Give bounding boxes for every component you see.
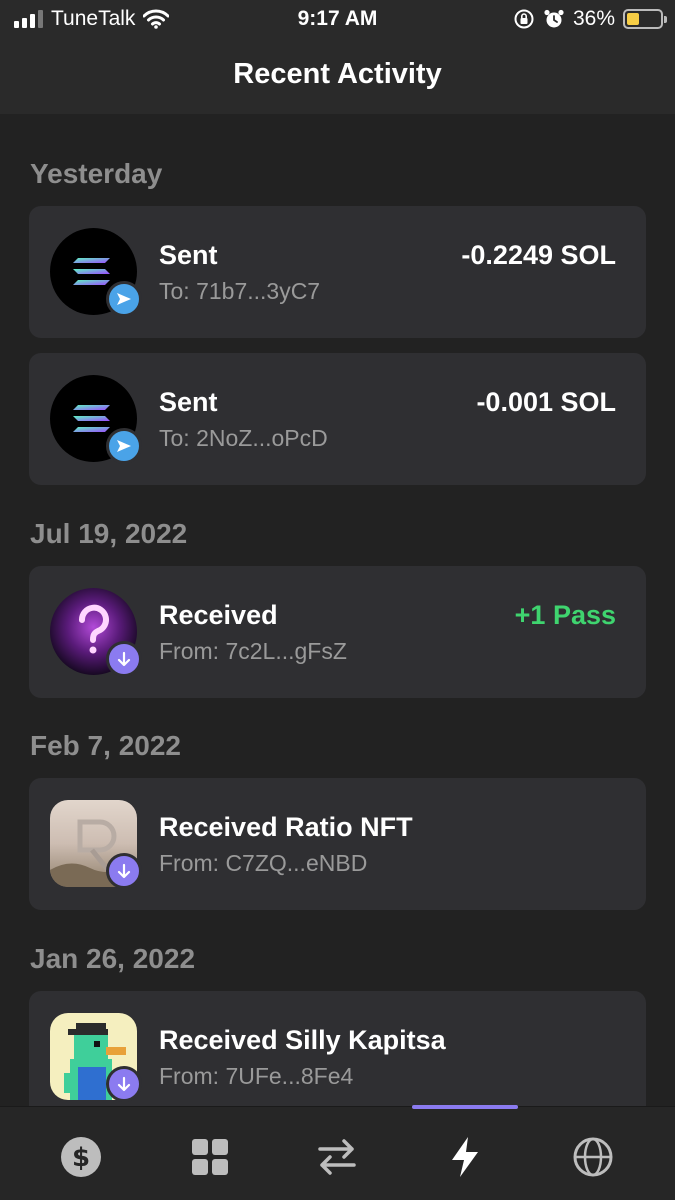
item-title: Sent [159, 387, 218, 417]
item-amount: +1 Pass [514, 600, 616, 630]
page-title: Recent Activity [233, 58, 442, 90]
activity-item[interactable]: Sent To: 71b7...3yC7 -0.2249 SOL [29, 206, 646, 338]
section-title-yesterday: Yesterday [30, 158, 163, 189]
activity-item[interactable]: Received Silly Kapitsa From: 7UFe...8Fe4 [29, 991, 646, 1106]
tab-swap[interactable] [309, 1129, 365, 1185]
battery-icon [623, 9, 667, 29]
activity-item[interactable]: Sent To: 2NoZ...oPcD -0.001 SOL [29, 353, 646, 485]
section-title-jan-26: Jan 26, 2022 [30, 943, 196, 974]
item-amount: -0.001 SOL [476, 387, 616, 417]
battery-percent: 36% [572, 7, 615, 30]
alarm-icon [544, 9, 564, 28]
section-title-jul-19: Jul 19, 2022 [30, 518, 188, 549]
send-icon [106, 281, 142, 317]
active-tab-indicator [412, 1105, 518, 1109]
lightning-icon [452, 1137, 478, 1177]
grid-icon [192, 1139, 228, 1175]
swap-icon [318, 1139, 356, 1175]
item-amount: -0.2249 SOL [461, 240, 616, 270]
status-right: 36% [513, 7, 667, 31]
tab-wallet[interactable]: $ [53, 1129, 109, 1185]
activity-list[interactable]: Yesterday Sent To: 71b7...3yC7 -0.2249 S… [0, 114, 675, 1106]
globe-icon [573, 1137, 613, 1177]
orientation-lock-icon [514, 9, 534, 29]
item-title: Received Ratio NFT [159, 812, 413, 842]
arrow-down-icon [106, 1066, 142, 1102]
arrow-down-icon [106, 853, 142, 889]
item-title: Received [159, 600, 278, 630]
item-address: From: C7ZQ...eNBD [159, 850, 368, 876]
arrow-down-icon [106, 641, 142, 677]
battery-fill [627, 13, 639, 25]
bottom-tab-bar: $ [0, 1105, 675, 1200]
status-bar: TuneTalk 9:17 AM 36% [0, 0, 675, 38]
dollar-icon: $ [61, 1137, 101, 1177]
svg-text:$: $ [72, 1143, 90, 1173]
item-address: From: 7c2L...gFsZ [159, 638, 347, 664]
item-address: To: 2NoZ...oPcD [159, 425, 328, 451]
item-title: Sent [159, 240, 218, 270]
tab-browser[interactable] [565, 1129, 621, 1185]
section-title-feb-7: Feb 7, 2022 [30, 730, 181, 761]
activity-item[interactable]: Received Ratio NFT From: C7ZQ...eNBD [29, 778, 646, 910]
tab-activity[interactable] [437, 1129, 493, 1185]
screen: TuneTalk 9:17 AM 36% Recent Activity Yes… [0, 0, 675, 1200]
top-bar: TuneTalk 9:17 AM 36% Recent Activity [0, 0, 675, 114]
item-address: From: 7UFe...8Fe4 [159, 1063, 354, 1089]
send-icon [106, 428, 142, 464]
item-address: To: 71b7...3yC7 [159, 278, 321, 304]
item-title: Received Silly Kapitsa [159, 1025, 446, 1055]
tab-collectibles[interactable] [182, 1129, 238, 1185]
activity-item[interactable]: Received From: 7c2L...gFsZ +1 Pass [29, 566, 646, 698]
